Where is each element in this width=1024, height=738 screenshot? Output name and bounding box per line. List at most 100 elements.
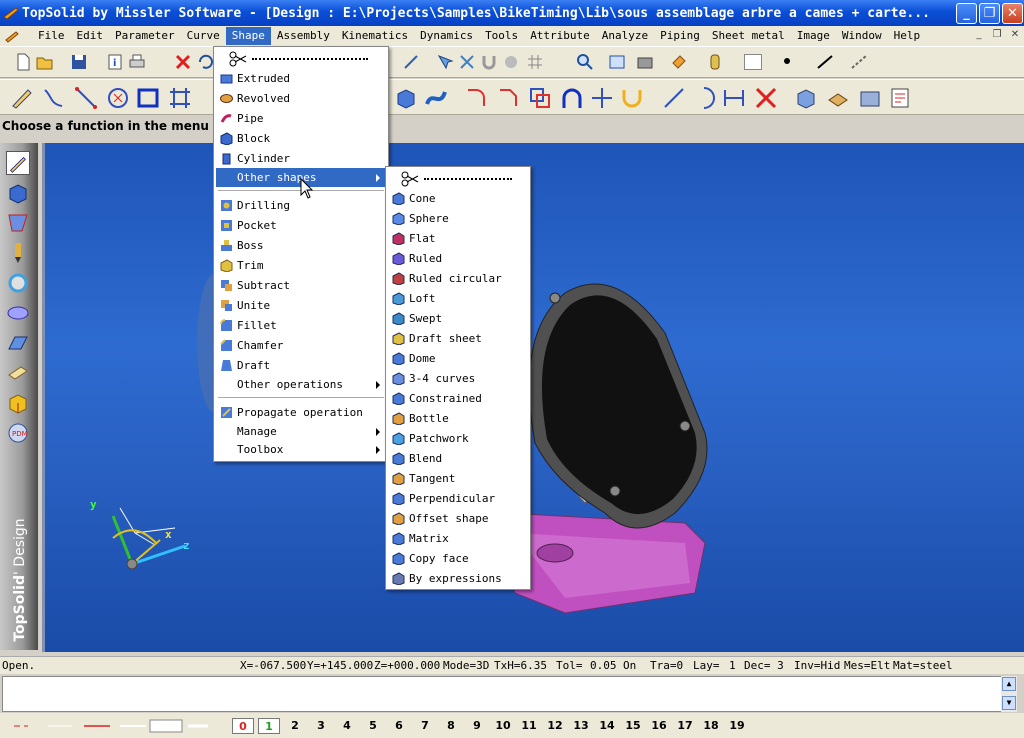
menu-item-tangent[interactable]: Tangent bbox=[388, 469, 528, 488]
tear-off-line[interactable] bbox=[424, 178, 512, 180]
menu-item-loft[interactable]: Loft bbox=[388, 289, 528, 308]
layer-9[interactable]: 9 bbox=[466, 718, 488, 734]
status-mes[interactable]: Mes=Elt bbox=[844, 657, 890, 675]
remove-dimension-icon[interactable] bbox=[754, 86, 778, 110]
zoom-window-icon[interactable] bbox=[608, 53, 626, 71]
tear-off-scissors-icon[interactable] bbox=[400, 171, 420, 187]
color-swatch[interactable] bbox=[744, 54, 762, 70]
menu-dynamics[interactable]: Dynamics bbox=[414, 27, 479, 45]
menu-item-cone[interactable]: Cone bbox=[388, 189, 528, 208]
menu-item-bottle[interactable]: Bottle bbox=[388, 409, 528, 428]
maximize-button[interactable]: ❐ bbox=[979, 3, 1000, 24]
menu-item-constrained[interactable]: Constrained bbox=[388, 389, 528, 408]
menu-item-propagate-operation[interactable]: Propagate operation bbox=[216, 403, 386, 422]
layer-6[interactable]: 6 bbox=[388, 718, 410, 734]
menu-item-3-4-curves[interactable]: 3-4 curves bbox=[388, 369, 528, 388]
sketch-icon[interactable] bbox=[10, 86, 34, 110]
menu-item-toolbox[interactable]: Toolbox bbox=[216, 440, 386, 459]
render-icon[interactable] bbox=[636, 53, 654, 71]
menu-item-draft-sheet[interactable]: Draft sheet bbox=[388, 329, 528, 348]
trim-curve-icon[interactable] bbox=[590, 86, 614, 110]
undo-icon[interactable] bbox=[196, 53, 214, 71]
menu-item-trim[interactable]: Trim bbox=[216, 256, 386, 275]
layer-3[interactable]: 3 bbox=[310, 718, 332, 734]
close-button[interactable]: ✕ bbox=[1002, 3, 1023, 24]
status-inv[interactable]: Inv=Hid bbox=[794, 657, 840, 675]
dimension-icon[interactable] bbox=[662, 86, 686, 110]
menu-item-ruled[interactable]: Ruled bbox=[388, 249, 528, 268]
menu-item-chamfer[interactable]: Chamfer bbox=[216, 336, 386, 355]
menu-file[interactable]: File bbox=[32, 27, 71, 45]
layer-10[interactable]: 10 bbox=[492, 718, 514, 734]
zoom-icon[interactable] bbox=[576, 53, 594, 71]
status-lay[interactable]: 1 bbox=[729, 657, 736, 675]
pdm-icon[interactable]: PDM bbox=[6, 421, 30, 445]
status-tra[interactable]: Tra=0 bbox=[650, 657, 683, 675]
new-icon[interactable] bbox=[14, 53, 32, 71]
select-icon[interactable] bbox=[436, 53, 454, 71]
line-style-samples[interactable] bbox=[8, 719, 208, 733]
measure-icon[interactable] bbox=[402, 53, 420, 71]
menu-item-swept[interactable]: Swept bbox=[388, 309, 528, 328]
menu-piping[interactable]: Piping bbox=[654, 27, 706, 45]
frame-icon[interactable] bbox=[168, 86, 192, 110]
surface-tool-icon[interactable] bbox=[6, 211, 30, 235]
tear-off-line[interactable] bbox=[252, 58, 368, 60]
print-icon[interactable] bbox=[128, 53, 146, 71]
circle-icon[interactable] bbox=[106, 86, 130, 110]
menu-item-by-expressions[interactable]: By expressions bbox=[388, 569, 528, 588]
graphics-viewport[interactable]: y x z bbox=[42, 143, 1024, 652]
layer-13[interactable]: 13 bbox=[570, 718, 592, 734]
scroll-down-icon[interactable]: ▼ bbox=[1002, 696, 1016, 710]
menu-item-cylinder[interactable]: Cylinder bbox=[216, 149, 386, 168]
menu-item-copy-face[interactable]: Copy face bbox=[388, 549, 528, 568]
menu-shape[interactable]: Shape bbox=[225, 27, 271, 45]
solid-icon[interactable] bbox=[6, 181, 30, 205]
layer-14[interactable]: 14 bbox=[596, 718, 618, 734]
status-mode[interactable]: Mode=3D bbox=[443, 657, 489, 675]
layer-8[interactable]: 8 bbox=[440, 718, 462, 734]
length-dimension-icon[interactable] bbox=[722, 86, 746, 110]
curve-icon[interactable] bbox=[42, 86, 66, 110]
line-type-icon[interactable] bbox=[850, 53, 868, 71]
layer-12[interactable]: 12 bbox=[544, 718, 566, 734]
hand-icon[interactable] bbox=[502, 53, 520, 71]
arch-icon[interactable] bbox=[560, 86, 584, 110]
surface-icon[interactable] bbox=[424, 86, 448, 110]
status-txh[interactable]: TxH=6.35 bbox=[494, 657, 547, 675]
delete-icon[interactable] bbox=[174, 53, 192, 71]
menu-item-unite[interactable]: Unite bbox=[216, 296, 386, 315]
magnet-icon[interactable] bbox=[480, 53, 498, 71]
menu-item-blend[interactable]: Blend bbox=[388, 449, 528, 468]
angle-dimension-icon[interactable] bbox=[692, 86, 716, 110]
menu-parameter[interactable]: Parameter bbox=[109, 27, 181, 45]
layer-7[interactable]: 7 bbox=[414, 718, 436, 734]
menu-item-perpendicular[interactable]: Perpendicular bbox=[388, 489, 528, 508]
drafting-icon[interactable] bbox=[6, 361, 30, 385]
layer-16[interactable]: 16 bbox=[648, 718, 670, 734]
menu-analyze[interactable]: Analyze bbox=[596, 27, 654, 45]
mold-icon[interactable] bbox=[6, 391, 30, 415]
layer-11[interactable]: 11 bbox=[518, 718, 540, 734]
menu-item-subtract[interactable]: Subtract bbox=[216, 276, 386, 295]
assembly-icon[interactable] bbox=[6, 301, 30, 325]
command-input[interactable] bbox=[2, 676, 1002, 712]
menu-item-block[interactable]: Block bbox=[216, 129, 386, 148]
chamfer-curve-icon[interactable] bbox=[496, 86, 520, 110]
mdi-close-button[interactable]: ✕ bbox=[1008, 29, 1022, 40]
menu-item-dome[interactable]: Dome bbox=[388, 349, 528, 368]
menu-item-revolved[interactable]: Revolved bbox=[216, 89, 386, 108]
minimize-button[interactable]: _ bbox=[956, 3, 977, 24]
menu-tools[interactable]: Tools bbox=[479, 27, 524, 45]
status-on[interactable]: On bbox=[623, 657, 636, 675]
design-pencil-icon[interactable] bbox=[6, 151, 30, 175]
menu-edit[interactable]: Edit bbox=[71, 27, 110, 45]
block-icon[interactable] bbox=[394, 86, 418, 110]
offset-icon[interactable] bbox=[528, 86, 552, 110]
menu-item-extruded[interactable]: Extruded bbox=[216, 69, 386, 88]
scroll-up-icon[interactable]: ▲ bbox=[1002, 677, 1016, 691]
layer-4[interactable]: 4 bbox=[336, 718, 358, 734]
draft-view-icon[interactable] bbox=[794, 86, 818, 110]
menu-item-sphere[interactable]: Sphere bbox=[388, 209, 528, 228]
gear-icon[interactable] bbox=[6, 271, 30, 295]
